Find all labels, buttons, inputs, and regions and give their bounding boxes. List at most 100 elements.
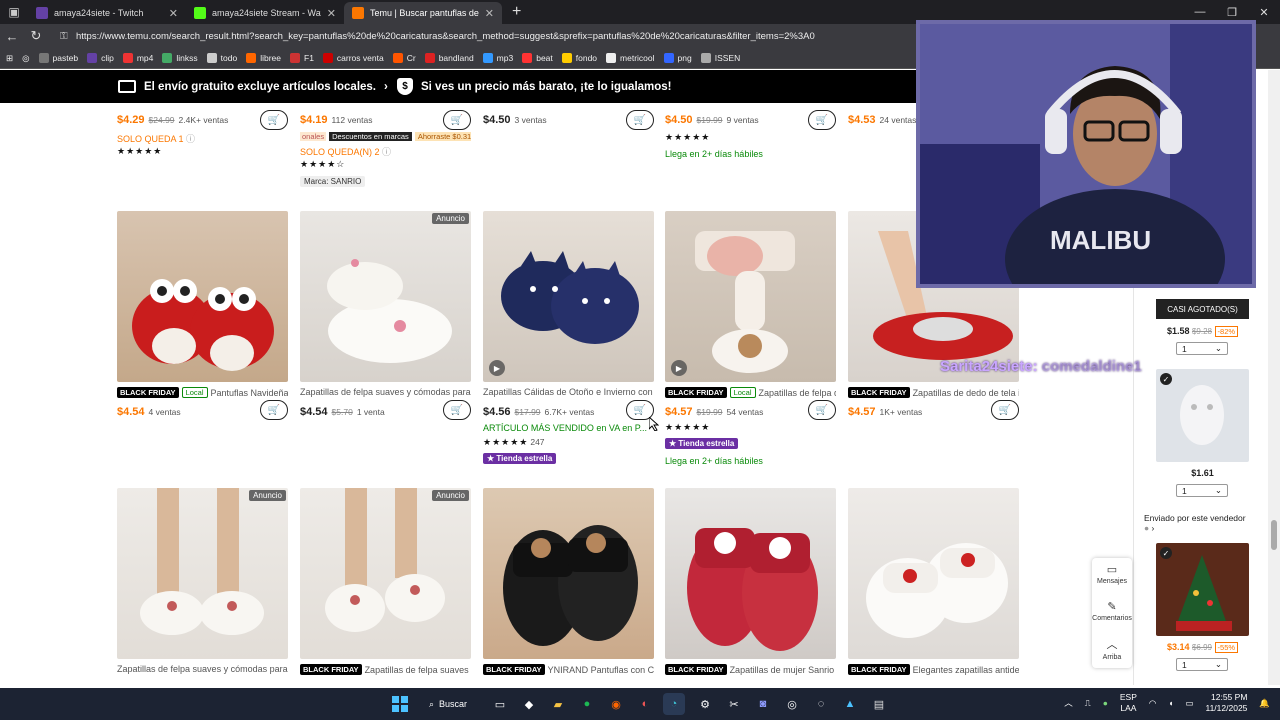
product-image[interactable]: ▶ [665,211,836,382]
spotify-icon[interactable]: ● [576,693,598,715]
product-card[interactable]: Anuncio Zapatillas de felpa suaves y cóm… [117,488,288,685]
free-shipping-notice[interactable]: El envío gratuito excluye artículos loca… [118,80,388,93]
copilot-icon[interactable]: ◆ [518,693,540,715]
bookmark-item[interactable]: ISSEN [700,53,740,63]
product-card[interactable]: $4.53 24 ventas [848,110,916,150]
check-icon[interactable]: ✓ [1160,547,1172,559]
close-icon[interactable]: ✕ [169,7,178,20]
url-field[interactable]: ⚿ https://www.temu.com/search_result.htm… [54,26,912,46]
app-icon[interactable]: ◌ [810,693,832,715]
windows-start-icon[interactable] [389,693,411,715]
tab-temu[interactable]: Temu | Buscar pantuflas de caricaturas ✕ [344,2,502,24]
product-title[interactable]: BLACK FRIDAY Elegantes zapatillas antide… [848,664,1019,675]
product-image[interactable]: ▶ [483,211,654,382]
add-to-cart-button[interactable]: 🛒 [991,400,1019,420]
product-title[interactable]: BLACK FRIDAY Local Pantuflas Navideñas d… [117,387,288,398]
cart-item-thumbnail[interactable]: ✓ [1156,369,1249,462]
settings-icon[interactable]: ⚙ [694,693,716,715]
scroll-top-button[interactable]: ︿ Arriba [1092,636,1132,661]
capcut-icon[interactable]: ✂ [723,693,745,715]
file-explorer-icon[interactable]: ▰ [547,693,569,715]
bookmark-item[interactable]: linkss [162,53,198,63]
product-card[interactable]: Anuncio Zapatillas de felpa suaves y cóm… [300,211,471,431]
product-card[interactable]: $4.50 $19.99 9 ventas 🛒 ★★★★★ Llega en 2… [665,110,836,200]
cart-item-thumbnail[interactable]: ✓ [1156,543,1249,636]
obs-icon[interactable]: ◎ [781,693,803,715]
task-view-icon[interactable]: ▭ [489,693,511,715]
taskbar-search[interactable]: ⌕ Buscar [421,693,481,715]
mic-icon[interactable]: ● [1103,698,1108,708]
vendor-label[interactable]: Enviado por este vendedor ● › [1144,513,1246,533]
add-to-cart-button[interactable]: 🛒 [443,400,471,420]
bookmark-item[interactable]: mp3 [482,53,513,63]
play-video-icon[interactable]: ▶ [489,360,505,376]
add-to-cart-button[interactable]: 🛒 [808,110,836,130]
scrollbar-thumb[interactable] [1271,520,1277,550]
product-image[interactable] [665,488,836,659]
product-title[interactable]: BLACK FRIDAY YNIRAND Pantuflas con Cara … [483,664,654,675]
product-title[interactable]: BLACK FRIDAY Zapatillas de felpa suaves … [300,664,471,675]
bookmark-item[interactable]: F1 [290,53,314,63]
back-icon[interactable]: ← [0,24,24,48]
add-to-cart-button[interactable]: 🛒 [260,110,288,130]
check-icon[interactable]: ✓ [1160,373,1172,385]
close-icon[interactable]: ✕ [327,7,336,20]
bookmark-item[interactable]: metricool [606,53,655,63]
product-card[interactable]: ▶ Zapatillas Cálidas de Otoño e Invierno… [483,211,654,471]
bookmark-icon[interactable]: ⊞ [6,53,13,64]
play-video-icon[interactable]: ▶ [671,360,687,376]
tab-twitch[interactable]: amaya24siete - Twitch ✕ [28,2,186,24]
product-card[interactable]: ▶ BLACK FRIDAY Local Zapatillas de felpa… [665,211,836,471]
product-title[interactable]: Zapatillas de felpa suaves y cómodas par… [117,664,288,674]
volume-icon[interactable]: ◖ [1168,698,1173,708]
add-to-cart-button[interactable]: 🛒 [443,110,471,130]
quantity-select[interactable]: 1 ⌄ [1176,658,1228,671]
wifi-icon[interactable]: ◠ [1149,698,1156,709]
tray-chevron-icon[interactable]: ︿ [1064,697,1073,709]
notifications-icon[interactable]: 🔔 [1259,698,1270,709]
product-card[interactable]: BLACK FRIDAY Local Pantuflas Navideñas d… [117,211,288,431]
notepad-icon[interactable]: ▤ [868,693,890,715]
comments-button[interactable]: ✎ Comentarios [1092,600,1132,622]
bookmark-icon[interactable]: ◎ [22,53,29,64]
messages-button[interactable]: ▭ Mensajes [1092,563,1132,585]
product-image[interactable]: Anuncio [300,488,471,659]
product-image[interactable] [117,211,288,382]
language-indicator[interactable]: ESP LAA [1120,692,1137,714]
product-image[interactable] [848,488,1019,659]
product-title[interactable]: BLACK FRIDAY Zapatillas de dedo de tela … [848,387,1019,398]
bookmark-item[interactable]: mp4 [122,53,153,63]
product-image[interactable]: Anuncio [117,488,288,659]
reload-icon[interactable]: ↻ [24,24,48,48]
price-match-notice[interactable]: $ Si ves un precio más barato, ¡te lo ig… [397,78,672,95]
window-menu-icon[interactable]: ▣ [0,0,28,24]
quantity-select[interactable]: 1 ⌄ [1176,342,1228,355]
product-card[interactable]: BLACK FRIDAY Elegantes zapatillas antide… [848,488,1019,685]
bookmark-item[interactable]: clip [87,53,114,63]
product-card[interactable]: BLACK FRIDAY YNIRAND Pantuflas con Cara … [483,488,654,685]
bookmark-item[interactable]: bandland [424,53,474,63]
close-icon[interactable]: ✕ [485,7,494,20]
bookmark-item[interactable]: carros venta [322,53,384,63]
bookmark-item[interactable]: pasteb [38,53,78,63]
bookmark-item[interactable]: png [663,53,692,63]
bookmark-item[interactable]: libree [246,53,281,63]
product-title[interactable]: BLACK FRIDAY Local Zapatillas de felpa d… [665,387,836,398]
add-to-cart-button[interactable]: 🛒 [260,400,288,420]
product-card[interactable]: $4.50 3 ventas 🛒 [483,110,654,150]
quantity-select[interactable]: 1 ⌄ [1176,484,1228,497]
battery-icon[interactable]: ▭ [1185,698,1193,709]
clock[interactable]: 12:55 PM 11/12/2025 [1205,692,1247,714]
new-tab-button[interactable]: + [512,3,521,21]
product-image[interactable]: Anuncio [300,211,471,382]
bookmark-item[interactable]: todo [206,53,237,63]
add-to-cart-button[interactable]: 🛒 [626,110,654,130]
add-to-cart-button[interactable]: 🛒 [808,400,836,420]
bookmark-item[interactable]: beat [522,53,553,63]
bestseller-label[interactable]: ARTÍCULO MÁS VENDIDO en VA en P... [483,423,647,433]
product-title[interactable]: Zapatillas de felpa suaves y cómodas par… [300,387,471,397]
app-icon[interactable]: ◉ [605,693,627,715]
product-image[interactable] [483,488,654,659]
edge-icon[interactable]: ◔ [663,693,685,715]
app-icon[interactable]: ◐ [634,693,656,715]
